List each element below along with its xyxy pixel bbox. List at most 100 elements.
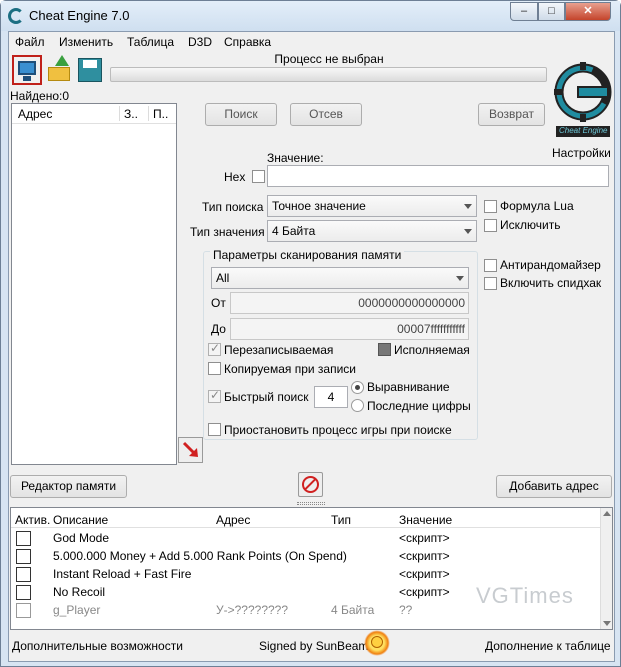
row-description: God Mode xyxy=(53,531,110,545)
title-bar[interactable]: Cheat Engine 7.0 – □ ✕ xyxy=(1,1,620,31)
sunbeam-icon xyxy=(364,630,390,656)
col-description[interactable]: Описание xyxy=(53,513,108,527)
pause-process-label: Приостановить процесс игры при поиске xyxy=(224,423,452,437)
cheat-engine-logo[interactable]: Cheat Engine xyxy=(554,54,612,140)
scan-type-select[interactable]: Точное значение xyxy=(267,195,477,217)
col-address[interactable]: Адрес xyxy=(216,513,250,527)
not-checkbox[interactable] xyxy=(484,219,497,232)
row-active-checkbox[interactable] xyxy=(16,531,31,546)
copy-on-write-checkbox[interactable] xyxy=(208,362,221,375)
fast-scan-checkbox[interactable] xyxy=(208,388,221,403)
from-label: От xyxy=(211,296,226,310)
row-description: Instant Reload + Fast Fire xyxy=(53,567,192,581)
last-digits-radio[interactable] xyxy=(351,399,364,412)
clear-list-button[interactable] xyxy=(298,472,323,497)
save-button[interactable] xyxy=(75,55,105,85)
scan-progress-bar xyxy=(110,67,547,82)
found-addresses-list[interactable]: Адрес З.. П.. xyxy=(11,103,177,465)
writable-label: Перезаписываемая xyxy=(224,343,334,357)
menu-file[interactable]: Файл xyxy=(15,35,45,49)
alignment-label: Выравнивание xyxy=(367,380,450,394)
col-value[interactable]: З.. xyxy=(124,107,138,121)
close-button[interactable]: ✕ xyxy=(565,2,611,21)
open-process-button[interactable] xyxy=(12,55,42,85)
scan-button[interactable]: Поиск xyxy=(205,103,277,126)
vertical-scrollbar[interactable] xyxy=(600,508,612,629)
col-address[interactable]: Адрес xyxy=(18,107,52,121)
panel-splitter[interactable] xyxy=(297,502,325,505)
copy-on-write-label: Копируемая при записи xyxy=(224,362,356,376)
menu-d3d[interactable]: D3D xyxy=(188,35,212,49)
lua-formula-checkbox[interactable] xyxy=(484,200,497,213)
results-header: Адрес З.. П.. xyxy=(12,104,176,124)
scroll-up-icon[interactable] xyxy=(603,511,611,516)
col-active[interactable]: Актив. xyxy=(15,513,50,527)
executable-checkbox[interactable] xyxy=(378,343,391,356)
to-label: До xyxy=(211,322,226,336)
col-previous[interactable]: П.. xyxy=(153,107,168,121)
row-active-checkbox[interactable] xyxy=(16,549,31,564)
add-address-button[interactable]: Добавить адрес xyxy=(496,475,612,498)
fast-scan-input[interactable]: 4 xyxy=(314,386,348,408)
chevron-down-icon xyxy=(464,204,472,209)
row-active-checkbox[interactable] xyxy=(16,603,31,618)
writable-checkbox[interactable] xyxy=(208,341,221,356)
process-label: Процесс не выбран xyxy=(274,52,384,66)
open-file-button[interactable] xyxy=(46,55,76,85)
not-label: Исключить xyxy=(500,218,561,232)
row-value: ?? xyxy=(399,603,413,617)
status-bar: Дополнительные возможности Signed by Sun… xyxy=(9,630,614,661)
sun-face xyxy=(371,636,383,648)
watermark: VGTimes xyxy=(476,583,574,608)
table-row[interactable]: 5.000.000 Money + Add 5.000 Rank Points … xyxy=(11,547,600,565)
next-scan-button[interactable]: Отсев xyxy=(290,103,362,126)
hex-checkbox[interactable] xyxy=(252,170,265,183)
monitor-icon xyxy=(18,61,36,75)
minimize-button[interactable]: – xyxy=(510,2,538,21)
chevron-down-icon xyxy=(456,276,464,281)
undo-scan-button[interactable]: Возврат xyxy=(478,103,545,126)
unrandomizer-checkbox[interactable] xyxy=(484,259,497,272)
menu-help[interactable]: Справка xyxy=(224,35,271,49)
table-row[interactable]: God Mode <скрипт> xyxy=(11,529,600,547)
value-input[interactable] xyxy=(267,165,609,187)
fast-scan-label: Быстрый поиск xyxy=(224,390,309,404)
window-title: Cheat Engine 7.0 xyxy=(29,8,130,23)
row-value: <скрипт> xyxy=(399,585,450,599)
value-label: Значение: xyxy=(267,151,324,165)
value-type-select[interactable]: 4 Байта xyxy=(267,220,477,242)
row-value: <скрипт> xyxy=(399,531,450,545)
alignment-radio[interactable] xyxy=(351,381,364,394)
cheat-table[interactable]: Актив. Описание Адрес Тип Значение God M… xyxy=(10,507,613,630)
row-value: <скрипт> xyxy=(399,567,450,581)
unrandomizer-label: Антирандомайзер xyxy=(500,258,601,272)
memory-region-select[interactable]: All xyxy=(211,267,469,289)
from-address-input[interactable]: 0000000000000000 xyxy=(230,292,469,314)
menu-table[interactable]: Таблица xyxy=(127,35,174,49)
advanced-options-link[interactable]: Дополнительные возможности xyxy=(12,639,183,653)
maximize-button[interactable]: □ xyxy=(538,2,565,21)
col-value[interactable]: Значение xyxy=(399,513,452,527)
col-type[interactable]: Тип xyxy=(331,513,351,527)
add-to-list-button[interactable] xyxy=(178,437,203,463)
pause-process-checkbox[interactable] xyxy=(208,423,221,436)
settings-link[interactable]: Настройки xyxy=(552,146,611,160)
last-digits-label: Последние цифры xyxy=(367,399,471,413)
to-address-input[interactable]: 00007fffffffffff xyxy=(230,318,469,340)
scroll-down-icon[interactable] xyxy=(603,621,611,626)
menu-bar: Файл Изменить Таблица D3D Справка xyxy=(9,32,614,52)
row-description: No Recoil xyxy=(53,585,106,599)
row-active-checkbox[interactable] xyxy=(16,567,31,582)
row-type: 4 Байта xyxy=(331,603,375,617)
signed-label: Signed by SunBeam xyxy=(259,639,369,653)
row-active-checkbox[interactable] xyxy=(16,585,31,600)
table-row[interactable]: Instant Reload + Fast Fire <скрипт> xyxy=(11,565,600,583)
monitor-stand xyxy=(23,76,31,81)
scan-params-title: Параметры сканирования памяти xyxy=(210,248,405,262)
speedhack-checkbox[interactable] xyxy=(484,277,497,290)
menu-edit[interactable]: Изменить xyxy=(59,35,113,49)
memory-view-button[interactable]: Редактор памяти xyxy=(10,475,127,498)
memory-region-value: All xyxy=(216,271,230,285)
table-extras-link[interactable]: Дополнение к таблице xyxy=(485,639,611,653)
main-window: Cheat Engine 7.0 – □ ✕ Файл Изменить Таб… xyxy=(0,0,621,667)
